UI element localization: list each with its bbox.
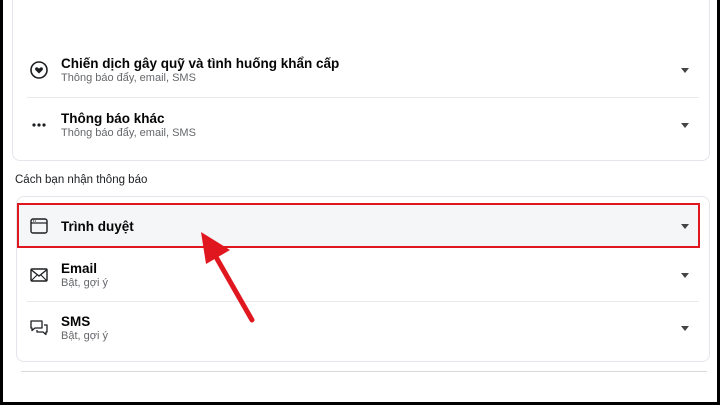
row-title: Chiến dịch gây quỹ và tình huống khẩn cấ… [61,56,340,71]
section-heading: Cách bạn nhận thông báo [15,174,148,186]
row-divider [27,97,699,98]
row-subtitle: Bật, gợi ý [61,330,108,342]
screen-frame: Chiến dịch gây quỹ và tình huống khẩn cấ… [3,0,717,402]
page-divider [21,371,707,372]
row-subtitle: Thông báo đẩy, email, SMS [61,127,196,139]
chevron-down-icon[interactable] [681,325,689,331]
chevron-down-icon[interactable] [681,272,689,278]
more-dots-icon [27,113,51,137]
row-subtitle: Bật, gợi ý [61,277,108,289]
fundraiser-heart-icon [27,58,51,82]
row-fundraiser-notifications[interactable]: Chiến dịch gây quỹ và tình huống khẩn cấ… [27,50,697,90]
row-title: Trình duyệt [61,218,134,234]
row-divider [27,301,699,302]
envelope-icon [27,263,51,287]
row-email[interactable]: Email Bật, gợi ý [27,255,697,295]
row-title: Email [61,261,98,276]
row-subtitle: Thông báo đẩy, email, SMS [61,72,196,84]
browser-window-icon [27,214,51,238]
chevron-down-icon[interactable] [681,223,689,229]
chevron-down-icon[interactable] [681,122,689,128]
chevron-down-icon[interactable] [681,67,689,73]
row-other-notifications[interactable]: Thông báo khác Thông báo đẩy, email, SMS [27,105,697,145]
row-title: SMS [61,314,91,329]
chat-bubbles-icon [27,316,51,340]
row-title: Thông báo khác [61,111,165,126]
row-sms[interactable]: SMS Bật, gợi ý [27,308,697,348]
row-browser[interactable]: Trình duyệt [27,206,697,246]
